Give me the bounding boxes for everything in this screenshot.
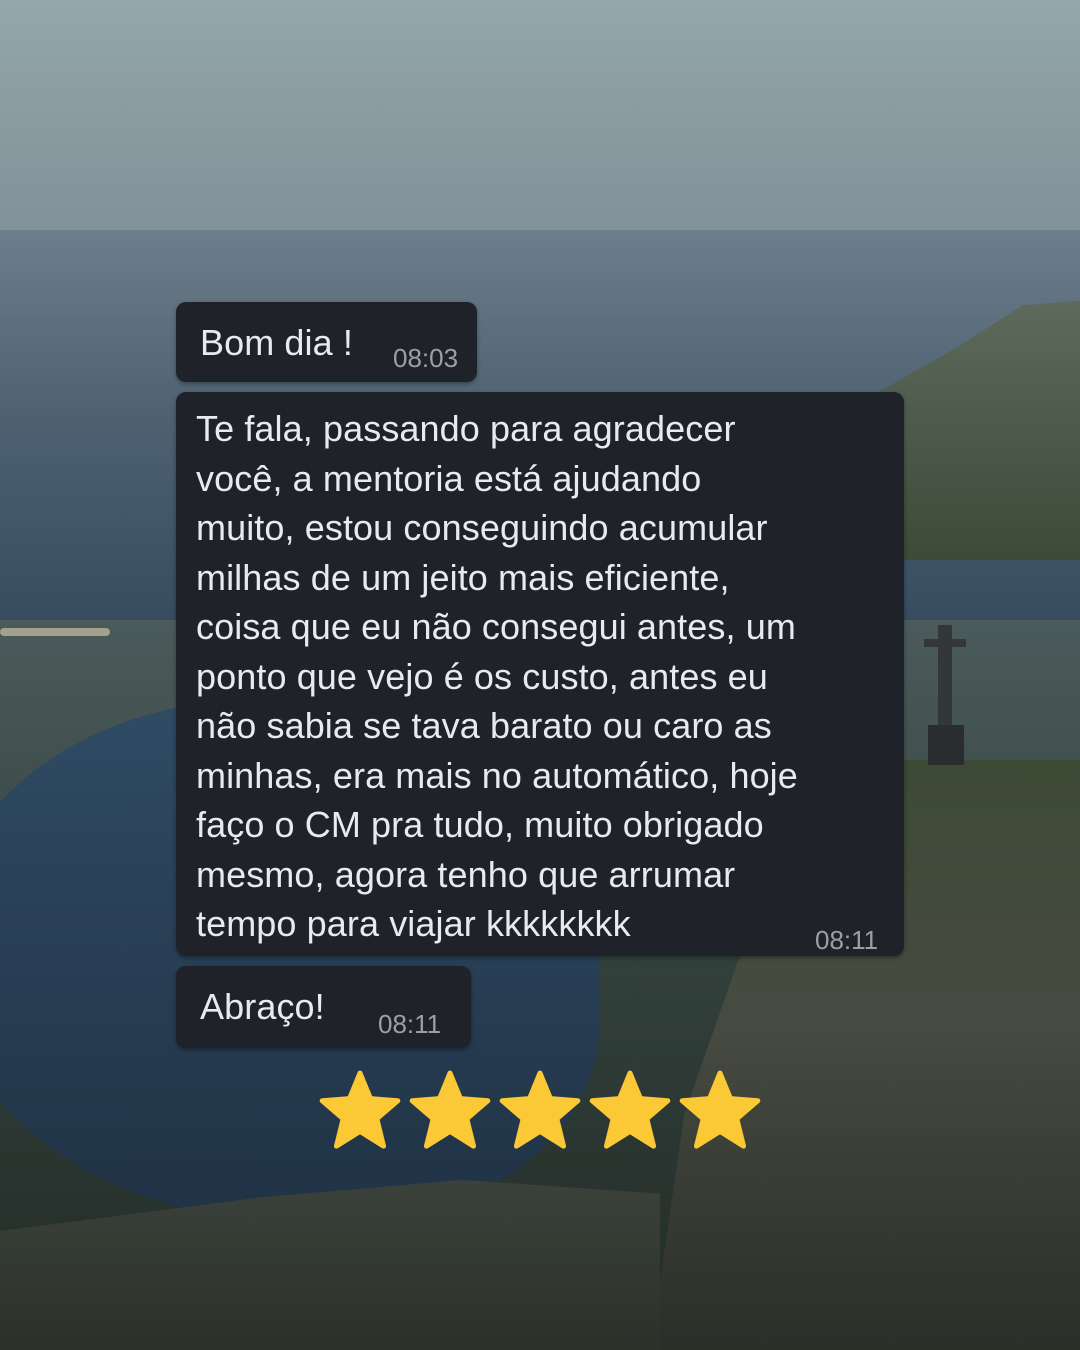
message-time: 08:03 <box>393 343 459 373</box>
star-icon <box>679 1070 761 1149</box>
star-icon <box>589 1070 671 1149</box>
star-rating <box>318 1068 764 1152</box>
message-bubble: Te fala, passando para agradecer você, a… <box>176 392 904 956</box>
star-icon <box>499 1070 581 1149</box>
message-text: Abraço! <box>200 986 325 1027</box>
star-icon <box>319 1070 401 1149</box>
message-time: 08:11 <box>378 1009 442 1039</box>
star-icon <box>409 1070 491 1149</box>
message-text: Te fala, passando para agradecer você, a… <box>196 408 798 944</box>
message-text: Bom dia ! <box>200 322 353 363</box>
message-time: 08:11 <box>815 925 879 955</box>
